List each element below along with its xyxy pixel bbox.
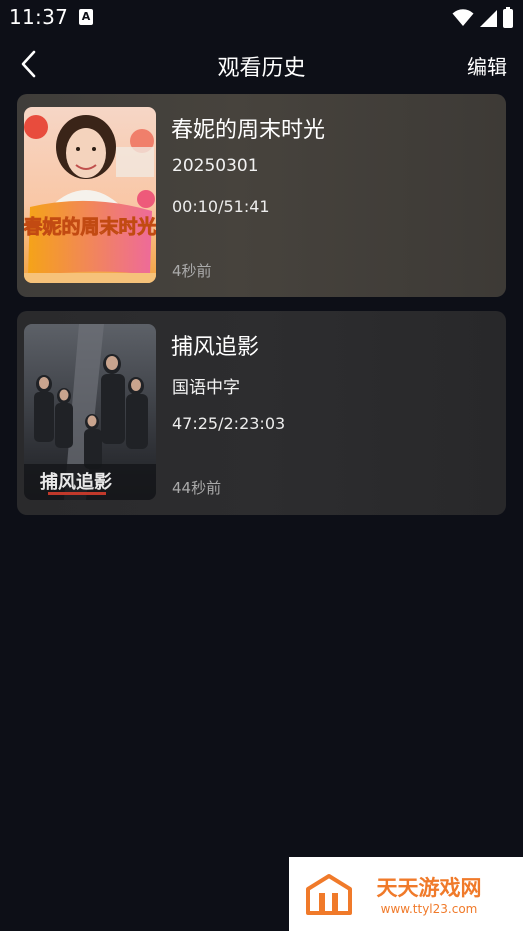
item-title: 春妮的周末时光 xyxy=(171,118,326,143)
page-title: 观看历史 xyxy=(217,56,306,81)
status-bar: 11:37 A xyxy=(0,0,523,36)
edit-button[interactable]: 编辑 xyxy=(467,51,507,80)
watermark: 天天游戏网 www.ttyl23.com xyxy=(289,857,523,931)
poster-image: 春妮的周末时光 xyxy=(24,107,156,283)
poster-caption: 春妮的周末时光 xyxy=(24,215,156,238)
watermark-logotype: 天天游戏网 www.ttyl23.com xyxy=(377,876,482,916)
item-watched-time: 44秒前 xyxy=(172,479,222,497)
history-item[interactable]: 春妮的周末时光 春妮的周末时光 20250301 00:10/51:41 4秒前 xyxy=(17,94,506,297)
status-icons xyxy=(452,6,513,28)
watermark-name: 天天游戏网 xyxy=(377,876,482,900)
item-watched-time: 4秒前 xyxy=(172,262,212,280)
item-progress: 00:10/51:41 xyxy=(172,197,270,216)
notification-icon: A xyxy=(79,9,93,25)
item-subtitle: 国语中字 xyxy=(172,378,240,398)
watermark-logo-icon xyxy=(306,874,352,915)
history-item[interactable]: 捕风追影 捕风追影 国语中字 47:25/2:23:03 44秒前 xyxy=(17,311,506,515)
signal-icon xyxy=(480,9,497,27)
item-title: 捕风追影 xyxy=(171,335,260,360)
poster-thumbnail: 捕风追影 xyxy=(24,324,156,500)
battery-icon xyxy=(503,6,513,28)
poster-caption: 捕风追影 xyxy=(40,471,112,493)
poster-thumbnail: 春妮的周末时光 xyxy=(24,107,156,283)
item-progress: 47:25/2:23:03 xyxy=(172,414,286,433)
header: 观看历史 编辑 xyxy=(0,36,523,92)
status-time: 11:37 xyxy=(9,5,69,29)
watermark-url: www.ttyl23.com xyxy=(381,902,478,916)
poster-image: 捕风追影 xyxy=(24,324,156,500)
item-subtitle: 20250301 xyxy=(172,156,259,176)
wifi-icon xyxy=(452,9,474,26)
